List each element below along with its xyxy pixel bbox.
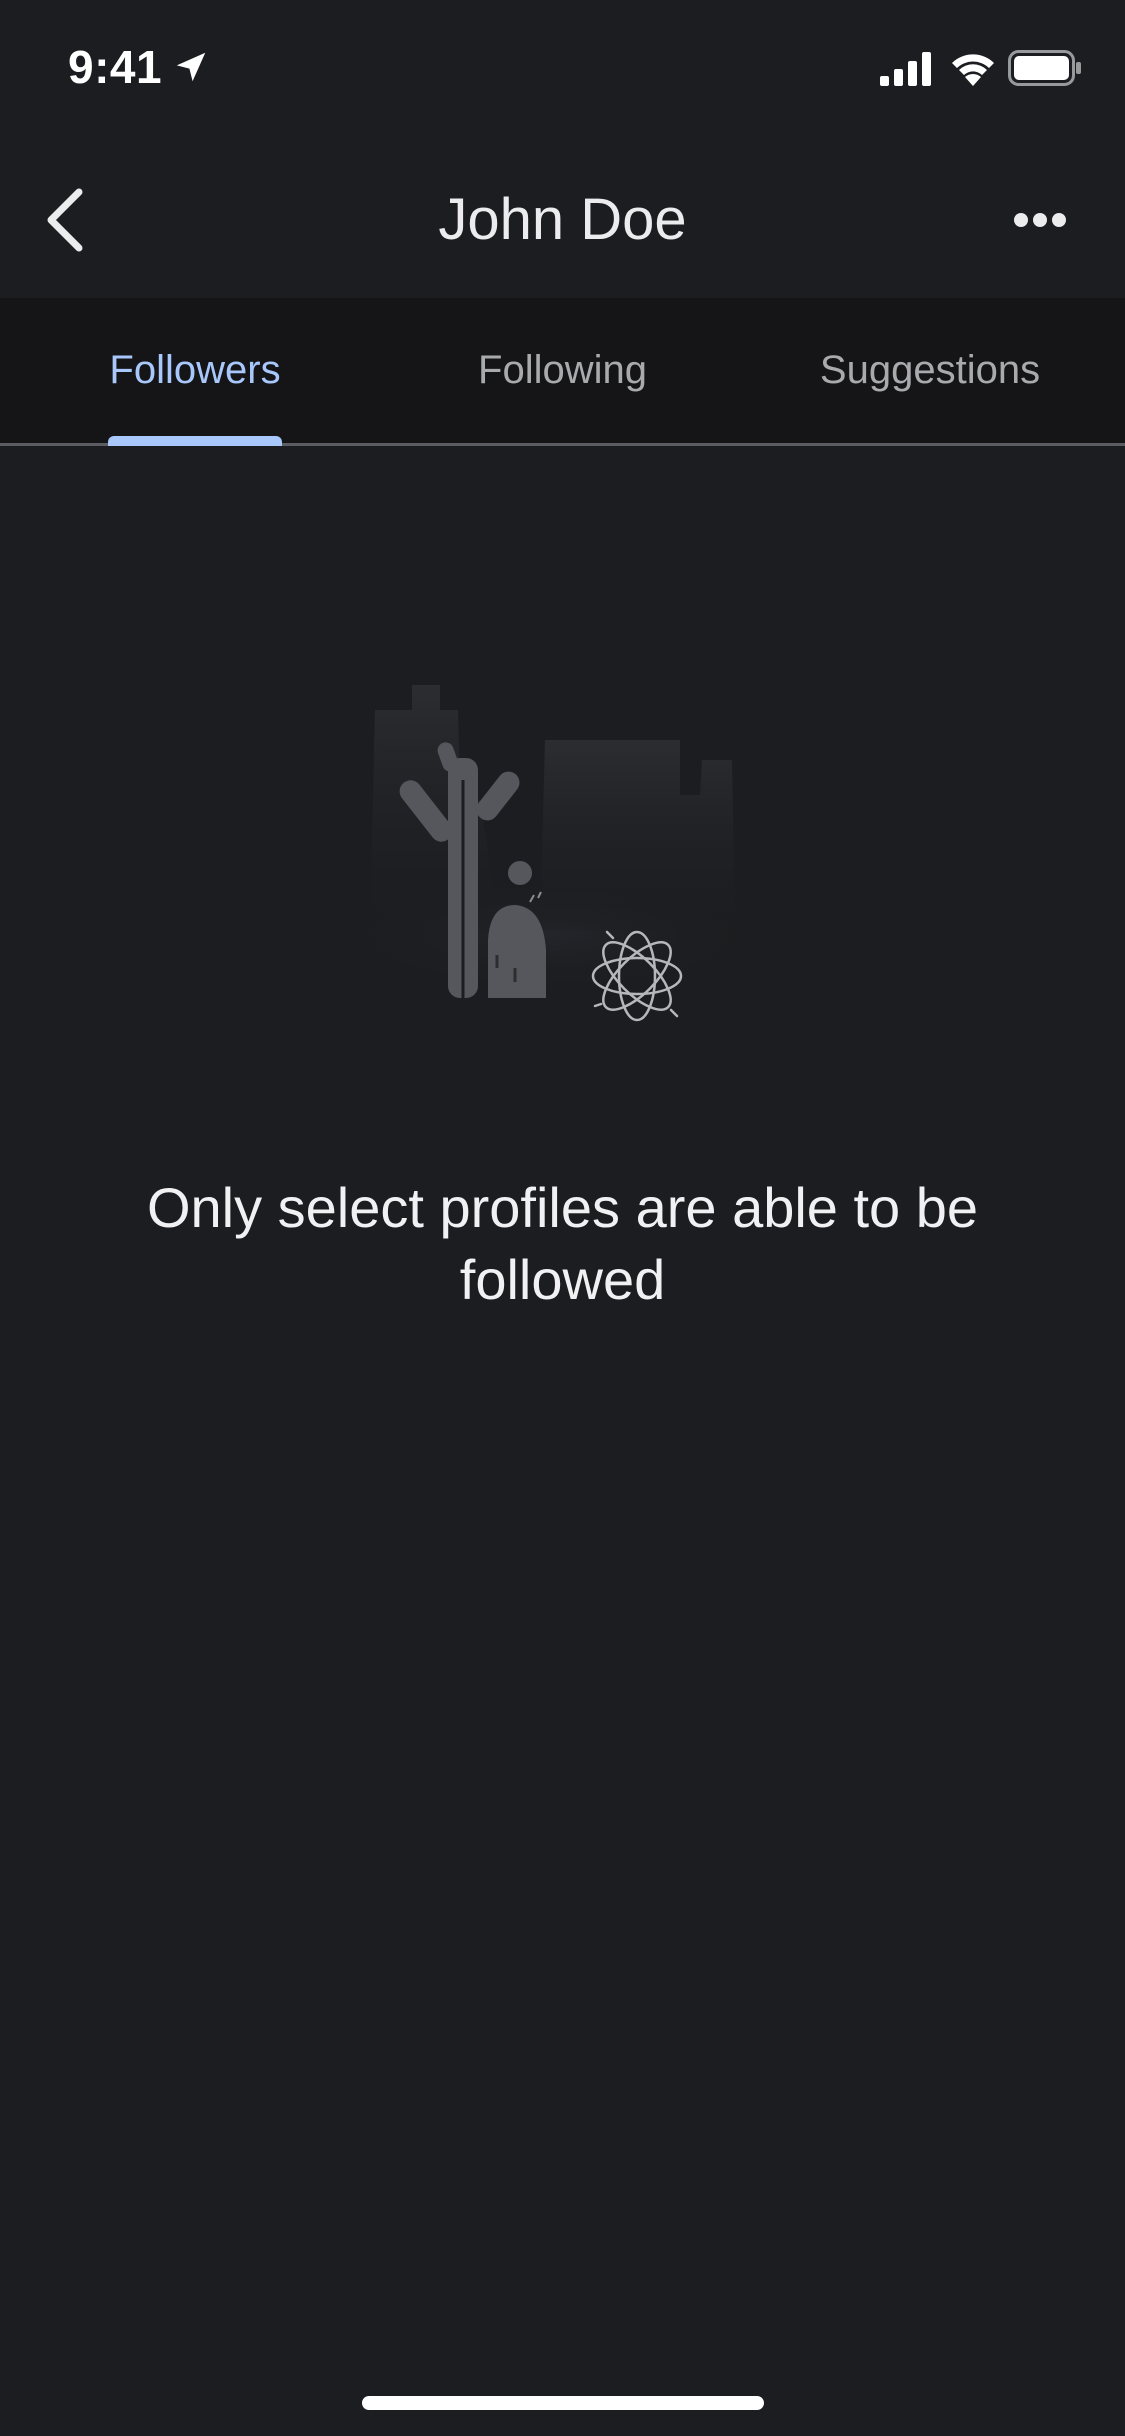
status-bar: 9:41	[0, 0, 1125, 130]
status-time: 9:41	[68, 41, 163, 93]
battery-icon	[1008, 50, 1081, 86]
more-options-button[interactable]	[1005, 190, 1075, 250]
tab-followers[interactable]: Followers	[0, 298, 390, 443]
tab-following[interactable]: Following	[370, 298, 755, 443]
location-arrow-icon	[176, 52, 206, 82]
wifi-icon	[952, 54, 994, 86]
app-bar: John Doe	[0, 150, 1125, 290]
tab-bar: Followers Following Suggestions	[0, 298, 1125, 446]
desert-empty-state-illustration	[340, 685, 780, 1022]
selected-tab-indicator	[108, 436, 282, 446]
signal-icon	[880, 52, 931, 86]
home-indicator[interactable]	[362, 2396, 764, 2410]
page-title: John Doe	[438, 187, 687, 252]
more-options-icon	[1014, 213, 1066, 227]
empty-state-message: Only select profiles are able to be foll…	[146, 1176, 979, 1311]
tab-suggestions[interactable]: Suggestions	[740, 298, 1120, 443]
